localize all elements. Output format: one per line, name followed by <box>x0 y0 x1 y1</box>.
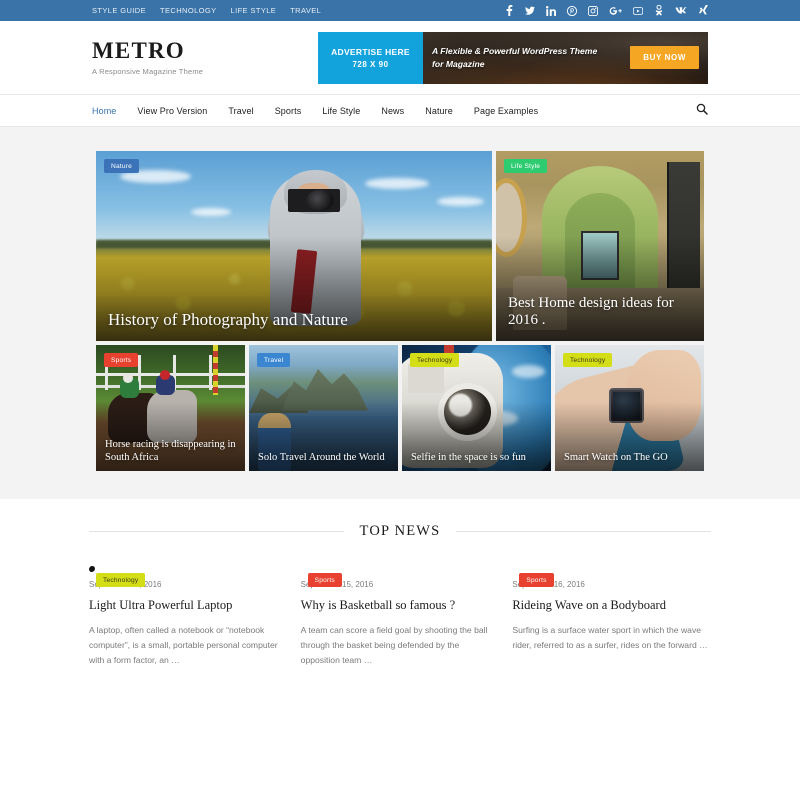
hero-small-badge-sports[interactable]: Sports <box>104 353 139 367</box>
hero-main-title: History of Photography and Nature <box>108 309 348 329</box>
vk-icon[interactable] <box>675 5 687 16</box>
hero-side-category-badge[interactable]: Life Style <box>504 159 548 173</box>
search-icon <box>696 103 708 118</box>
nav-item-news[interactable]: News <box>381 106 404 116</box>
main-navigation: Home View Pro Version Travel Sports Life… <box>0 94 800 127</box>
search-toggle-button[interactable] <box>696 103 708 118</box>
hero-small-tile-space-selfie[interactable]: Technology Selfie in the space is so fun <box>402 345 551 471</box>
site-logo[interactable]: METRO A Responsive Magazine Theme <box>92 38 307 76</box>
news-card-basketball[interactable]: Sports September 15, 2016 Why is Basketb… <box>301 566 500 668</box>
topbar-link-life-style[interactable]: LIFE STYLE <box>231 6 277 15</box>
top-news-heading: TOP NEWS <box>89 523 711 540</box>
top-news-section: TOP NEWS Technology September 15, 2016 L… <box>0 499 800 668</box>
page-root: STYLE GUIDE TECHNOLOGY LIFE STYLE TRAVEL <box>0 0 800 800</box>
google-plus-icon[interactable] <box>609 5 622 16</box>
nav-item-life-style[interactable]: Life Style <box>322 106 360 116</box>
logo-title: METRO <box>92 38 185 64</box>
ad-creative: A Flexible & Powerful WordPress Theme fo… <box>423 31 708 84</box>
topbar-link-travel[interactable]: TRAVEL <box>290 6 321 15</box>
hero-side-title: Best Home design ideas for 2016 . <box>508 294 674 329</box>
youtube-icon[interactable] <box>633 5 643 16</box>
news-card-title-bodyboard[interactable]: Rideing Wave on a Bodyboard <box>512 598 711 614</box>
news-card-title-basketball[interactable]: Why is Basketball so famous ? <box>301 598 500 614</box>
news-card-excerpt-basketball: A team can score a field goal by shootin… <box>300 624 488 665</box>
xing-icon[interactable] <box>698 5 708 16</box>
news-card-excerpt-bodyboard: Surfing is a surface water sport in whic… <box>512 624 708 650</box>
instagram-icon[interactable] <box>588 5 598 16</box>
hero-grid: Nature History of Photography and Nature <box>96 151 704 471</box>
hero-small-title-smart-watch: Smart Watch on The GO <box>564 451 668 463</box>
nav-item-home[interactable]: Home <box>92 106 116 116</box>
topbar-link-style-guide[interactable]: STYLE GUIDE <box>92 6 146 15</box>
hero-small-tile-solo-travel[interactable]: Travel Solo Travel Around the World <box>249 345 398 471</box>
hero-main-tile[interactable]: Nature History of Photography and Nature <box>96 151 492 341</box>
buy-now-button[interactable]: BUY NOW <box>630 46 699 69</box>
featured-hero-section: Nature History of Photography and Nature <box>0 127 800 499</box>
twitter-icon[interactable] <box>525 5 535 16</box>
hero-small-title-solo-travel: Solo Travel Around the World <box>258 451 385 463</box>
top-news-cards: Technology September 15, 2016 Light Ultr… <box>88 565 711 668</box>
hero-side-tile[interactable]: Life Style Best Home design ideas for 20… <box>496 151 704 341</box>
nav-item-view-pro-version[interactable]: View Pro Version <box>137 106 207 116</box>
hero-small-title-horse-racing: Horse racing is disappearing in South Af… <box>105 439 236 463</box>
hero-small-tile-horse-racing[interactable]: Sports Horse racing is disappearing in S… <box>96 345 245 471</box>
news-card-excerpt-laptop: A laptop, often called a notebook or “no… <box>89 624 278 665</box>
ad-headline: A Flexible & Powerful WordPress Theme fo… <box>432 46 598 69</box>
hero-main-category-badge[interactable]: Nature <box>104 159 139 173</box>
top-bar-links: STYLE GUIDE TECHNOLOGY LIFE STYLE TRAVEL <box>92 6 321 15</box>
ad-placeholder-block: ADVERTISE HERE 728 X 90 <box>318 31 423 84</box>
nav-item-sports[interactable]: Sports <box>275 106 302 116</box>
top-bar: STYLE GUIDE TECHNOLOGY LIFE STYLE TRAVEL <box>0 0 800 21</box>
odnoklassniki-icon[interactable] <box>654 5 664 16</box>
news-card-laptop[interactable]: Technology September 15, 2016 Light Ultr… <box>88 565 288 668</box>
nav-item-nature[interactable]: Nature <box>425 106 453 116</box>
hero-top-row: Nature History of Photography and Nature <box>96 151 704 341</box>
hero-bottom-row: Sports Horse racing is disappearing in S… <box>96 345 704 471</box>
hero-small-tile-smart-watch[interactable]: Technology Smart Watch on The GO <box>555 345 704 471</box>
ad-placeholder-line1: ADVERTISE HERE <box>331 46 410 57</box>
linkedin-icon[interactable] <box>546 5 556 16</box>
hero-small-badge-travel[interactable]: Travel <box>257 353 291 367</box>
advertisement-banner[interactable]: ADVERTISE HERE 728 X 90 A Flexible & Pow… <box>318 31 708 84</box>
top-news-title: TOP NEWS <box>359 523 441 539</box>
site-header: METRO A Responsive Magazine Theme ADVERT… <box>0 21 800 94</box>
hero-small-badge-technology-watch[interactable]: Technology <box>563 353 613 367</box>
logo-tagline: A Responsive Magazine Theme <box>92 66 204 76</box>
pinterest-icon[interactable] <box>567 5 577 16</box>
hero-small-badge-technology-space[interactable]: Technology <box>410 353 460 367</box>
facebook-icon[interactable] <box>504 5 514 16</box>
heading-rule-left <box>89 531 344 532</box>
news-card-bodyboard[interactable]: Sports September 16, 2016 Rideing Wave o… <box>512 566 711 668</box>
nav-item-page-examples[interactable]: Page Examples <box>474 106 538 116</box>
heading-rule-right <box>456 531 711 532</box>
topbar-link-technology[interactable]: TECHNOLOGY <box>160 6 217 15</box>
social-links <box>504 5 708 16</box>
hero-small-title-space-selfie: Selfie in the space is so fun <box>411 451 526 463</box>
nav-item-travel[interactable]: Travel <box>228 106 253 116</box>
ad-placeholder-line2: 728 X 90 <box>352 59 389 69</box>
news-card-title-laptop[interactable]: Light Ultra Powerful Laptop <box>89 598 288 614</box>
